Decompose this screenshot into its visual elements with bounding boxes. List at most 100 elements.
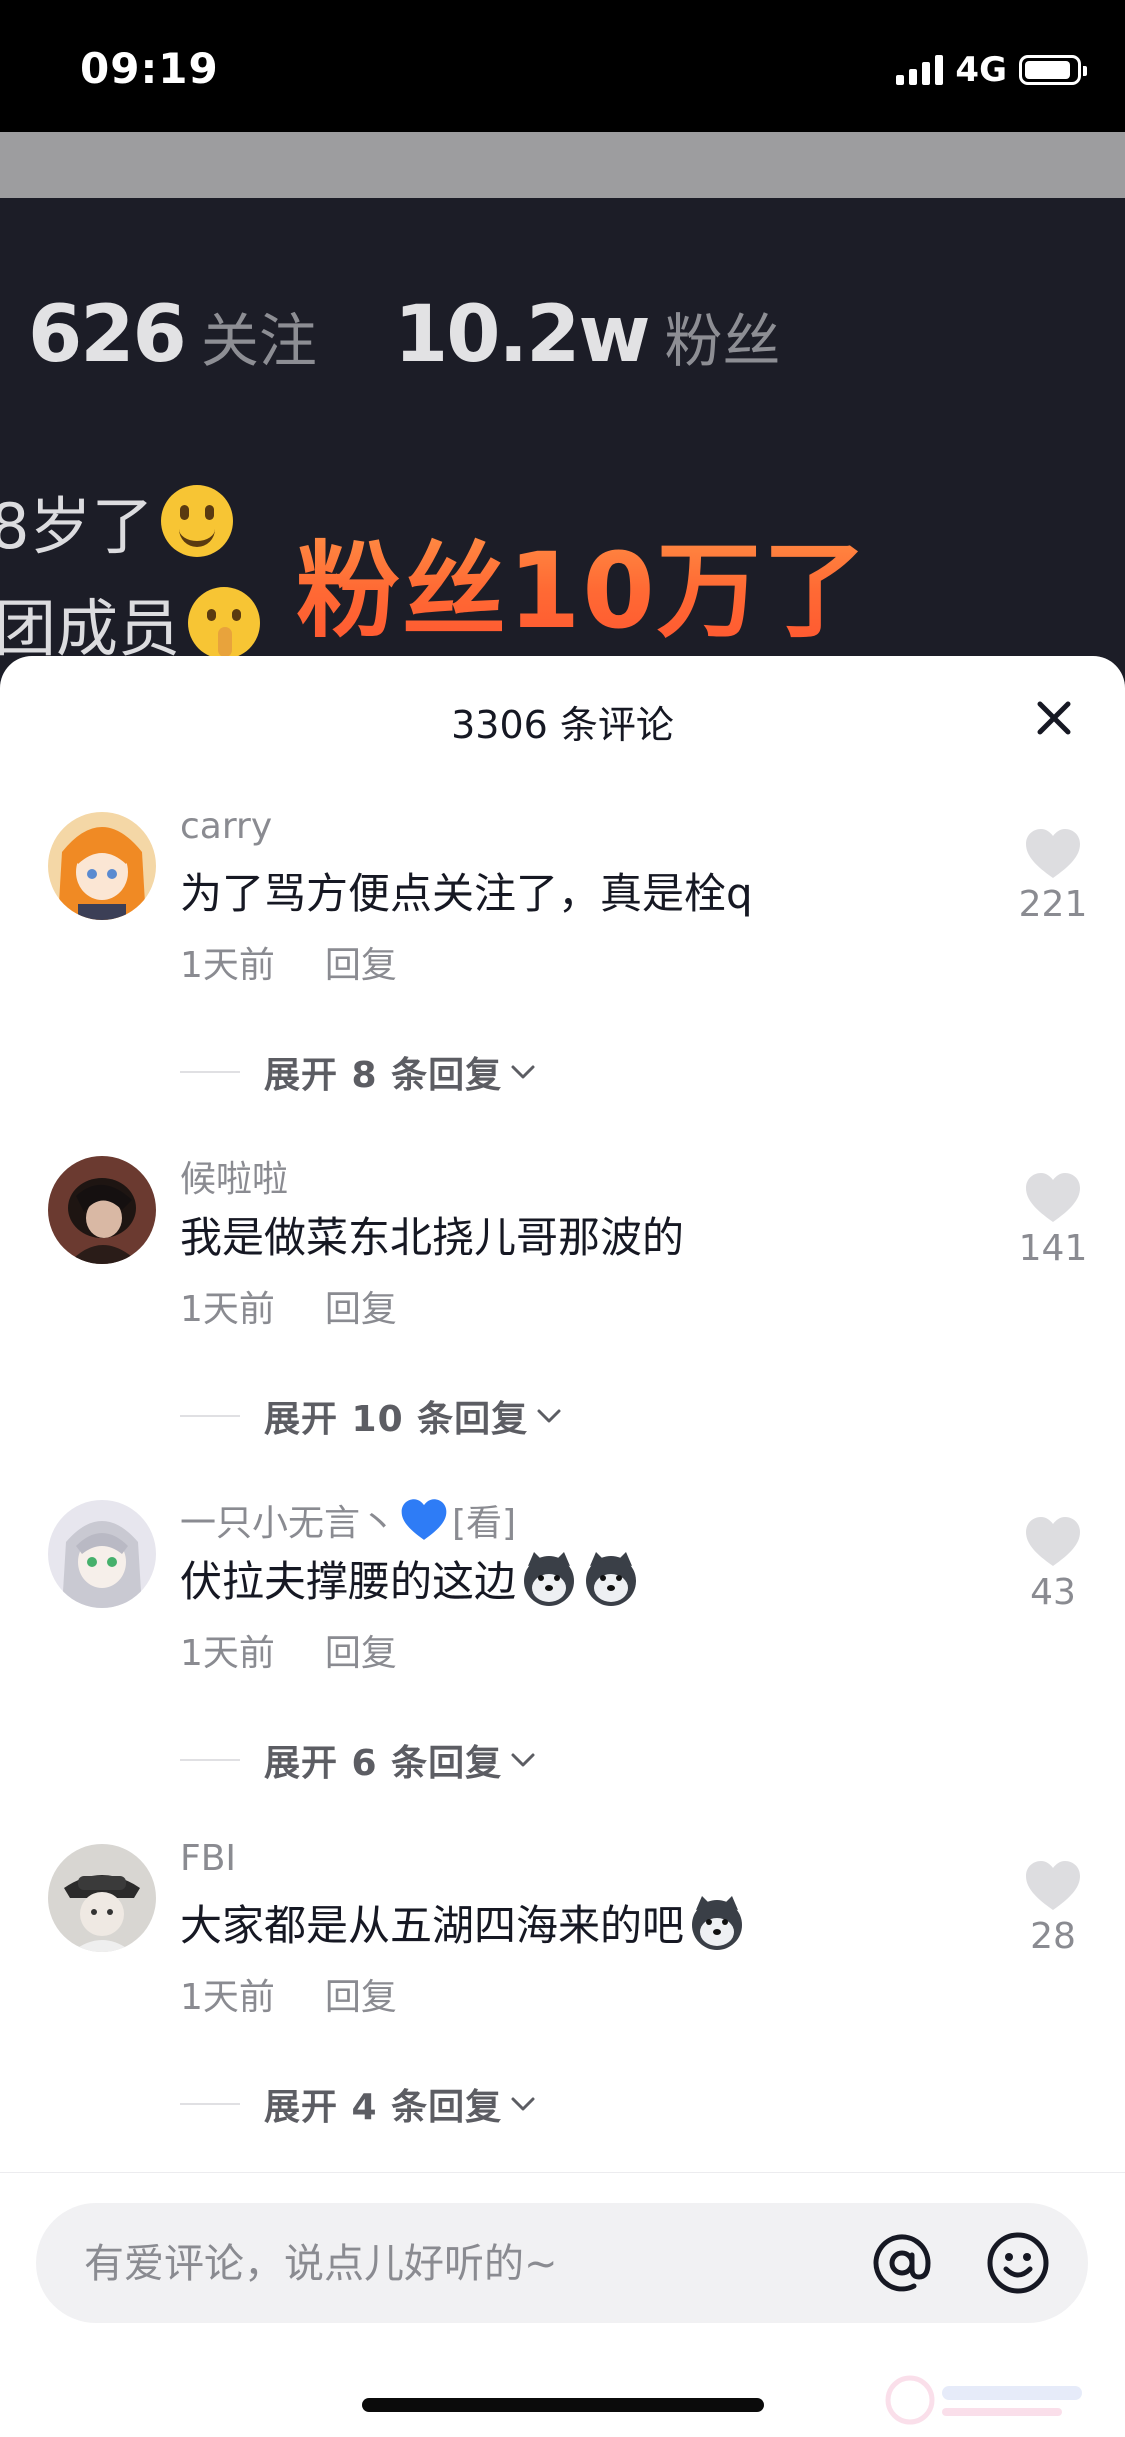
smile-emoji-icon (161, 485, 234, 557)
reply-button[interactable]: 回复 (325, 1624, 397, 1676)
expand-divider (180, 1071, 240, 1073)
bio-line-1: 8岁了 (0, 476, 234, 566)
battery-level (1025, 61, 1070, 79)
comment-meta: 1天前 回复 (180, 1968, 397, 2020)
fans-caption: 粉丝10万了 (296, 506, 869, 657)
reply-button[interactable]: 回复 (325, 1968, 397, 2020)
battery-icon (1019, 55, 1087, 85)
expand-divider (180, 2103, 240, 2105)
comment-text-content: 我是做菜东北挠儿哥那波的 (180, 1213, 685, 1262)
husky-emoji-icon (524, 1551, 575, 1606)
like-heart-icon (1026, 1861, 1080, 1910)
followers-stat[interactable]: 10.2w 粉丝 (394, 290, 781, 380)
reply-button[interactable]: 回复 (325, 936, 397, 988)
status-indicators: 4G (896, 50, 1087, 90)
comment-username[interactable]: carry (180, 806, 272, 847)
at-icon (873, 2234, 931, 2292)
comment-time: 1天前 (180, 1977, 275, 2018)
shush-emoji-icon (188, 587, 261, 659)
comments-title: 3306 条评论 (451, 703, 674, 747)
comment-item: carry 为了骂方便点关注了，真是栓q 1天前 回复 221 展开 8 条回复 (0, 806, 1125, 1150)
comment-input-container (36, 2203, 1088, 2323)
comment-text-content: 大家都是从五湖四海来的吧 (180, 1901, 685, 1950)
blue-heart-emoji-icon (401, 1499, 447, 1540)
husky-emoji-icon (586, 1551, 637, 1606)
expand-replies-button[interactable]: 展开 6 条回复 (180, 1734, 538, 1786)
comment-time: 1天前 (180, 1633, 275, 1674)
expand-divider (180, 1415, 240, 1417)
following-stat[interactable]: 626 关注 (28, 290, 317, 380)
status-time: 09:19 (80, 44, 219, 93)
like-button[interactable]: 43 (1018, 1516, 1088, 1613)
like-count: 141 (1018, 1228, 1088, 1269)
like-button[interactable]: 28 (1018, 1860, 1088, 1957)
expand-replies-button[interactable]: 展开 8 条回复 (180, 1046, 538, 1098)
expand-replies-label: 展开 10 条回复 (264, 1399, 529, 1440)
bio-line-2: 团成员 (0, 578, 261, 668)
username-suffix: [看] (452, 1503, 517, 1544)
comment-meta: 1天前 回复 (180, 936, 397, 988)
comment-text: 大家都是从五湖四海来的吧 (180, 1892, 746, 1953)
status-bar: 09:19 4G (0, 0, 1125, 132)
comment-text: 我是做菜东北挠儿哥那波的 (180, 1204, 684, 1265)
comment-text-content: 伏拉夫撑腰的这边 (180, 1557, 517, 1606)
emoji-face-icon (987, 2232, 1049, 2294)
close-button[interactable] (1032, 696, 1076, 740)
like-count: 28 (1030, 1916, 1076, 1957)
emoji-button[interactable] (984, 2229, 1052, 2297)
avatar[interactable] (48, 812, 156, 920)
signal-icon (896, 55, 944, 85)
comment-text: 伏拉夫撑腰的这边 (180, 1548, 640, 1609)
husky-emoji-icon (692, 1895, 743, 1950)
comment-item: FBI 大家都是从五湖四海来的吧 1天前 回复 28 展开 4 条回复 (0, 1838, 1125, 2182)
watermark-logo (885, 2375, 1082, 2425)
like-count: 43 (1030, 1572, 1076, 1613)
reply-button[interactable]: 回复 (325, 1280, 397, 1332)
comment-item: 一只小无言丶 [看] 伏拉夫撑腰的这边 1天前 回复 43 展开 6 条回复 (0, 1494, 1125, 1838)
comment-username[interactable]: 候啦啦 (180, 1150, 288, 1202)
profile-header: 626 关注 10.2w 粉丝 8岁了 团成员 粉丝10万了 (0, 198, 1125, 678)
comment-item: 候啦啦 我是做菜东北挠儿哥那波的 1天前 回复 141 展开 10 条回复 (0, 1150, 1125, 1494)
chevron-down-icon (537, 1409, 561, 1423)
comment-time: 1天前 (180, 945, 275, 986)
following-label: 关注 (200, 307, 317, 375)
followers-count: 10.2w (394, 290, 651, 380)
expand-replies-label: 展开 6 条回复 (264, 1743, 503, 1784)
following-count: 626 (28, 290, 187, 380)
comment-text-content: 为了骂方便点关注了，真是栓q (180, 869, 753, 918)
bio-line-1-text: 8岁了 (0, 490, 154, 563)
like-count: 221 (1018, 884, 1088, 925)
bio-line-2-text: 团成员 (0, 592, 181, 665)
expand-replies-label: 展开 4 条回复 (264, 2087, 503, 2128)
like-heart-icon (1026, 1517, 1080, 1566)
avatar[interactable] (48, 1844, 156, 1952)
username-prefix: 一只小无言丶 (180, 1503, 397, 1544)
chevron-down-icon (511, 2097, 535, 2111)
like-heart-icon (1026, 829, 1080, 878)
comment-time: 1天前 (180, 1289, 275, 1330)
close-icon (1037, 701, 1071, 735)
home-indicator[interactable] (362, 2398, 764, 2412)
expand-replies-label: 展开 8 条回复 (264, 1055, 503, 1096)
expand-replies-button[interactable]: 展开 4 条回复 (180, 2078, 538, 2130)
comment-username[interactable]: FBI (180, 1838, 236, 1879)
like-heart-icon (1026, 1173, 1080, 1222)
avatar[interactable] (48, 1500, 156, 1608)
comment-text: 为了骂方便点关注了，真是栓q (180, 860, 753, 921)
like-button[interactable]: 221 (1018, 828, 1088, 925)
comments-sheet: 3306 条评论 carry 为了骂方便点关注了，真是栓q 1天前 回复 221 (0, 656, 1125, 2436)
video-top-strip (0, 132, 1125, 198)
expand-divider (180, 1759, 240, 1761)
comment-input[interactable] (82, 2227, 866, 2301)
mention-button[interactable] (868, 2229, 936, 2297)
like-button[interactable]: 141 (1018, 1172, 1088, 1269)
avatar[interactable] (48, 1156, 156, 1264)
chevron-down-icon (511, 1753, 535, 1767)
followers-label: 粉丝 (664, 307, 781, 375)
chevron-down-icon (511, 1065, 535, 1079)
network-type: 4G (955, 50, 1007, 90)
comment-meta: 1天前 回复 (180, 1624, 397, 1676)
comment-meta: 1天前 回复 (180, 1280, 397, 1332)
comment-username[interactable]: 一只小无言丶 [看] (180, 1494, 516, 1546)
expand-replies-button[interactable]: 展开 10 条回复 (180, 1390, 564, 1442)
